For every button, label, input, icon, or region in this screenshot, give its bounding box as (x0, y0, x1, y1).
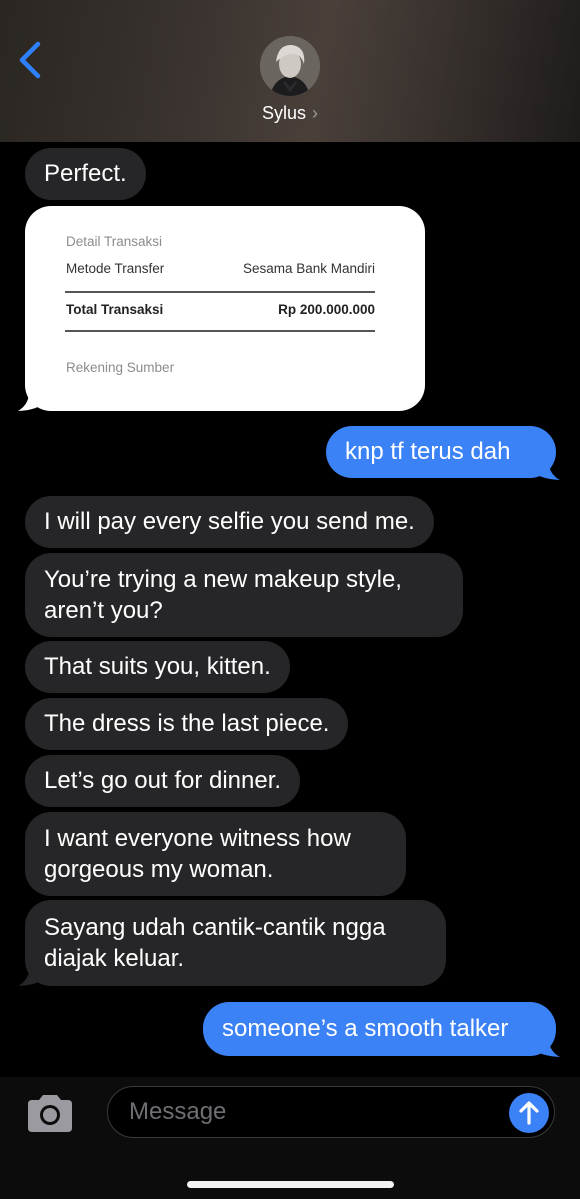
message-text: I will pay every selfie you send me. (44, 508, 415, 535)
avatar[interactable] (260, 36, 320, 96)
message-text: That suits you, kitten. (44, 653, 271, 680)
message-bubble[interactable]: knp tf terus dah (326, 426, 556, 478)
message-text: You’re trying a new makeup style, (44, 566, 402, 593)
message-text: The dress is the last piece. (44, 710, 330, 737)
transaction-receipt-image[interactable]: Detail Transaksi Metode Transfer Sesama … (25, 206, 425, 411)
message-text: I want everyone witness how (44, 825, 351, 852)
transfer-method-value: Sesama Bank Mandiri (242, 261, 375, 276)
message-bubble[interactable]: That suits you, kitten. (25, 641, 290, 693)
message-bubble[interactable]: someone’s a smooth talker (203, 1002, 556, 1056)
message-text: Sayang udah cantik-cantik ngga (44, 914, 386, 941)
camera-icon[interactable] (24, 1092, 76, 1134)
message-bubble[interactable]: I will pay every selfie you send me. (25, 496, 434, 548)
total-label: Total Transaksi (66, 302, 164, 317)
arrow-up-icon (519, 1101, 539, 1125)
message-bubble[interactable]: I want everyone witness how gorgeous my … (25, 812, 406, 896)
receipt-section-title: Detail Transaksi (66, 234, 163, 249)
receipt-divider (65, 330, 375, 332)
send-button[interactable] (509, 1093, 549, 1133)
message-text: aren’t you? (44, 597, 163, 624)
receipt-divider (65, 291, 375, 293)
message-bubble[interactable]: You’re trying a new makeup style, aren’t… (25, 553, 463, 637)
avatar-image (260, 36, 320, 96)
message-text: gorgeous my woman. (44, 856, 274, 883)
message-bubble[interactable]: Let’s go out for dinner. (25, 755, 301, 807)
message-input[interactable] (107, 1086, 555, 1138)
transfer-method-label: Metode Transfer (66, 261, 165, 276)
message-bubble[interactable]: Perfect. (25, 148, 146, 200)
message-text: Let’s go out for dinner. (44, 767, 282, 794)
message-text: diajak keluar. (44, 945, 185, 972)
message-bubble[interactable]: Sayang udah cantik-cantik ngga diajak ke… (25, 900, 446, 986)
home-indicator[interactable] (187, 1181, 394, 1188)
message-text: someone’s a smooth talker (222, 1015, 509, 1042)
source-account-label: Rekening Sumber (66, 360, 175, 375)
message-bubble[interactable]: The dress is the last piece. (25, 698, 349, 750)
conversation-header: Sylus › (0, 0, 580, 142)
contact-name: Sylus (261, 103, 306, 123)
chevron-right-icon: › (312, 103, 318, 123)
total-value: Rp 200.000.000 (278, 302, 375, 317)
message-text: knp tf terus dah (345, 438, 511, 465)
contact-name-button[interactable]: Sylus › (0, 103, 580, 124)
message-text: Perfect. (44, 160, 127, 187)
chevron-left-icon[interactable] (16, 40, 46, 80)
